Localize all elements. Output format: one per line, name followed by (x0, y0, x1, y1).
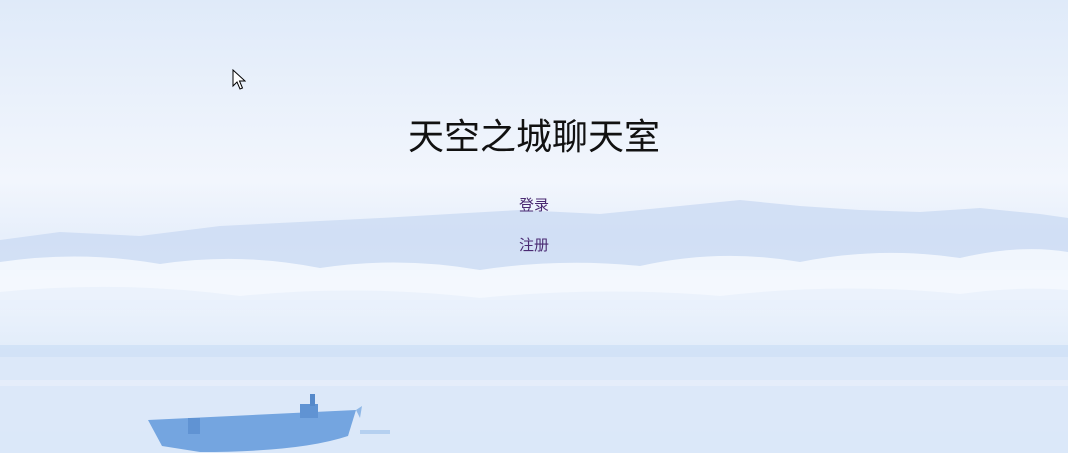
login-link-label[interactable]: 登录 (519, 196, 549, 214)
page-title: 天空之城聊天室 (407, 117, 660, 158)
sea-shimmer (0, 380, 1068, 386)
register-link-label[interactable]: 注册 (519, 236, 549, 254)
sea-horizon (0, 345, 1068, 357)
background-scenery (0, 200, 1068, 453)
register-link[interactable]: 注册 (0, 234, 1068, 255)
page-root: 天空之城聊天室 登录 注册 (0, 0, 1068, 453)
mouse-pointer-icon (232, 69, 246, 90)
login-link[interactable]: 登录 (0, 194, 1068, 215)
